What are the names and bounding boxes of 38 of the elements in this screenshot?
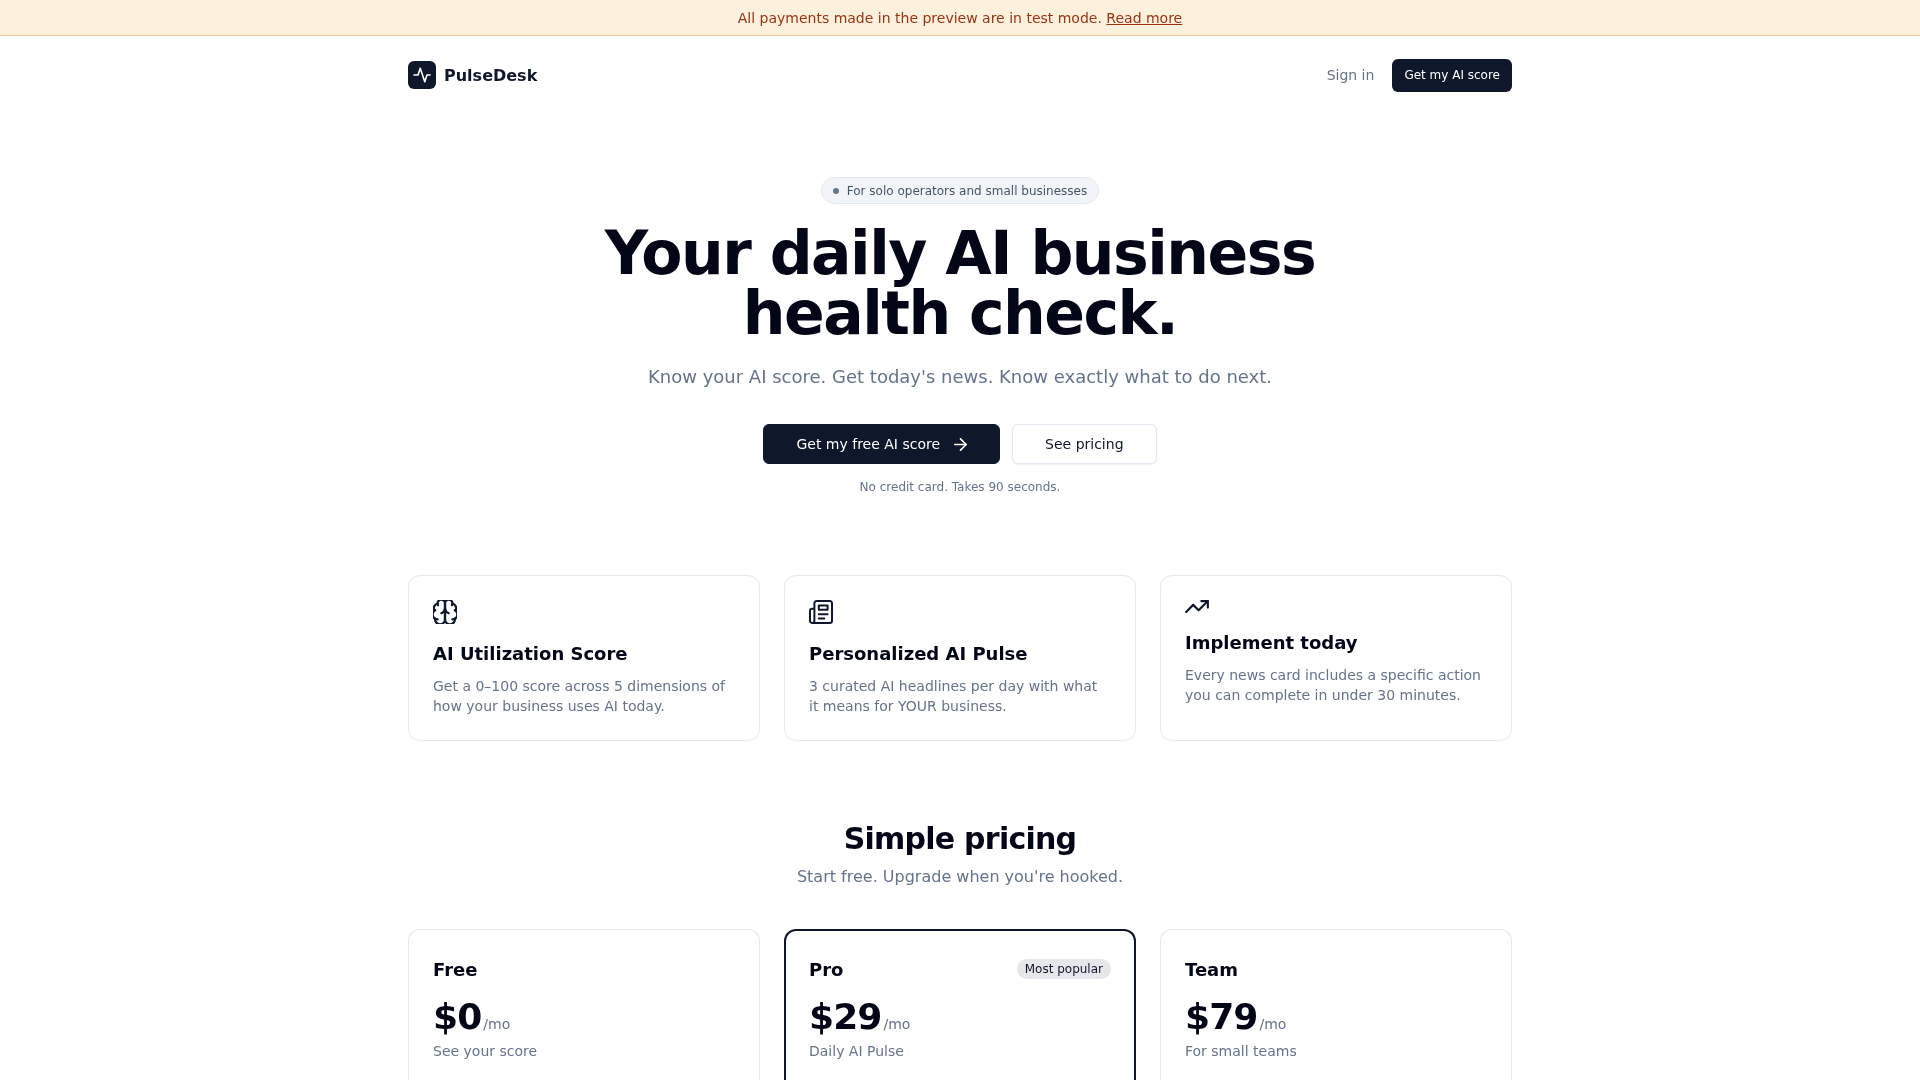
- popular-badge: Most popular: [1016, 959, 1111, 979]
- hero-subtitle: Know your AI score. Get today's news. Know exactly what to do next.: [648, 365, 1272, 389]
- plan-price: $29: [809, 997, 882, 1037]
- pulse-logo-icon[interactable]: [408, 61, 436, 89]
- read-more-link[interactable]: Read more: [1106, 9, 1183, 26]
- price-period: /mo: [1259, 1016, 1287, 1032]
- get-score-button[interactable]: Get my AI score: [1392, 58, 1512, 92]
- price-period: /mo: [483, 1016, 511, 1032]
- feature-description: 3 curated AI headlines per day with what it means for YOUR business.: [809, 677, 1099, 716]
- see-pricing-button[interactable]: See pricing: [1012, 424, 1157, 464]
- brand-name[interactable]: PulseDesk: [444, 65, 538, 85]
- hero-heading: Your daily AI business health check.: [603, 223, 1317, 343]
- plan-name: Team: [1185, 958, 1238, 980]
- get-score-button[interactable]: Get my free AI score: [763, 424, 1001, 464]
- plan-tagline: See your score: [433, 1042, 539, 1061]
- feature-description: Get a 0–100 score across 5 dimensions of how your business uses AI today.: [433, 677, 727, 716]
- notice-text: All payments made in the preview are in test mode. Read more: [737, 9, 1183, 26]
- audience-text: For solo operators and small businesses: [846, 183, 1088, 198]
- sign-in-link[interactable]: Sign in: [1316, 61, 1385, 89]
- feature-title: Implement today: [1185, 631, 1358, 655]
- hero-note: No credit card. Takes 90 seconds.: [859, 479, 1061, 495]
- status-dot-icon: [832, 187, 839, 194]
- arrow-right-icon: [954, 437, 968, 451]
- pricing-heading: Simple pricing: [843, 821, 1077, 857]
- price-period: /mo: [883, 1016, 911, 1032]
- feature-description: Every news card includes a specific action you can complete in under 30 minutes.: [1185, 666, 1482, 705]
- feature-title: Personalized AI Pulse: [809, 642, 1028, 666]
- plan-name: Free: [433, 958, 478, 980]
- plan-price: $79: [1185, 997, 1258, 1037]
- brain-icon: [433, 600, 457, 624]
- pricing-subtitle: Start free. Upgrade when you're hooked.: [796, 866, 1124, 888]
- plan-price: $0: [433, 997, 482, 1037]
- plan-tagline: Daily AI Pulse: [809, 1042, 905, 1061]
- feature-title: AI Utilization Score: [433, 642, 628, 666]
- newspaper-icon: [809, 600, 833, 624]
- plan-tagline: For small teams: [1185, 1042, 1298, 1061]
- trending-up-icon: [1185, 600, 1209, 613]
- plan-name: Pro: [809, 958, 844, 980]
